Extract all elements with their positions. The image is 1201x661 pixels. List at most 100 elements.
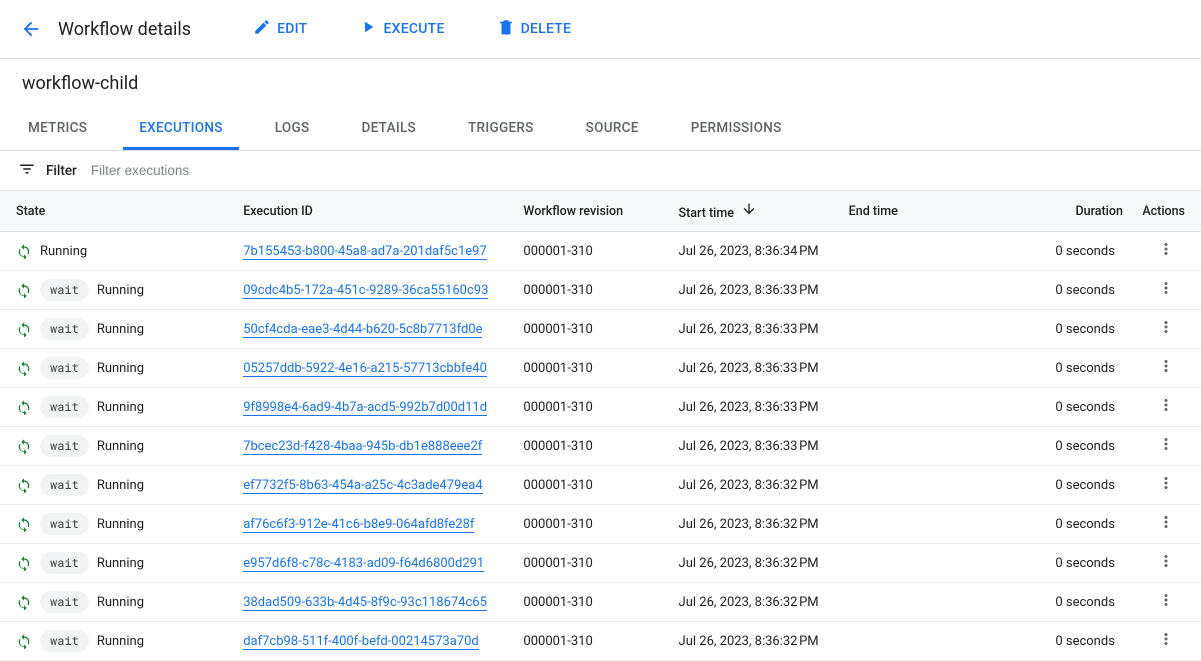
row-actions-menu[interactable] xyxy=(1157,474,1175,492)
table-row: wait Running 09cdc4b5-172a-451c-9289-36c… xyxy=(0,271,1201,310)
row-actions-menu[interactable] xyxy=(1157,279,1175,297)
running-icon xyxy=(16,594,32,610)
table-row: wait Running daf7cb98-511f-400f-befd-002… xyxy=(0,622,1201,661)
start-time-cell: Jul 26, 2023, 8:36:32 PM xyxy=(671,505,841,544)
col-duration[interactable]: Duration xyxy=(991,191,1131,232)
table-row: wait Running 05257ddb-5922-4e16-a215-577… xyxy=(0,349,1201,388)
row-actions-menu[interactable] xyxy=(1157,435,1175,453)
executions-table: State Execution ID Workflow revision Sta… xyxy=(0,191,1201,661)
edit-button[interactable]: Edit xyxy=(243,12,317,46)
revision-cell: 000001-310 xyxy=(515,349,670,388)
execution-id-link[interactable]: daf7cb98-511f-400f-befd-00214573a70d xyxy=(243,634,479,650)
start-time-cell: Jul 26, 2023, 8:36:32 PM xyxy=(671,622,841,661)
end-time-cell xyxy=(841,388,991,427)
execution-id-link[interactable]: e957d6f8-c78c-4183-ad09-f64d6800d291 xyxy=(243,556,484,572)
tab-details[interactable]: DETAILS xyxy=(345,108,432,150)
filter-input[interactable] xyxy=(87,159,1183,182)
wait-chip: wait xyxy=(40,591,89,613)
wait-chip: wait xyxy=(40,357,89,379)
row-actions-menu[interactable] xyxy=(1157,630,1175,648)
revision-cell: 000001-310 xyxy=(515,388,670,427)
filter-icon[interactable] xyxy=(18,160,36,182)
tab-permissions[interactable]: PERMISSIONS xyxy=(675,108,798,150)
execution-id-link[interactable]: 50cf4cda-eae3-4d44-b620-5c8b7713fd0e xyxy=(243,322,482,338)
wait-chip: wait xyxy=(40,318,89,340)
row-actions-menu[interactable] xyxy=(1157,240,1175,258)
start-time-cell: Jul 26, 2023, 8:36:32 PM xyxy=(671,544,841,583)
col-execution-id[interactable]: Execution ID xyxy=(235,191,515,232)
end-time-cell xyxy=(841,232,991,271)
end-time-cell xyxy=(841,466,991,505)
running-icon xyxy=(16,438,32,454)
duration-cell: 0 seconds xyxy=(991,271,1131,310)
state-cell: wait Running xyxy=(16,474,227,496)
filter-label: Filter xyxy=(46,163,77,179)
revision-cell: 000001-310 xyxy=(515,427,670,466)
table-row: wait Running af76c6f3-912e-41c6-b8e9-064… xyxy=(0,505,1201,544)
end-time-cell xyxy=(841,427,991,466)
end-time-cell xyxy=(841,622,991,661)
state-cell: wait Running xyxy=(16,279,227,301)
table-row: wait Running 38dad509-633b-4d45-8f9c-93c… xyxy=(0,583,1201,622)
sort-desc-icon xyxy=(741,206,757,221)
start-time-cell: Jul 26, 2023, 8:36:33 PM xyxy=(671,388,841,427)
execution-id-link[interactable]: 09cdc4b5-172a-451c-9289-36ca55160c93 xyxy=(243,283,488,299)
running-icon xyxy=(16,282,32,298)
back-arrow-icon[interactable] xyxy=(16,14,46,44)
revision-cell: 000001-310 xyxy=(515,622,670,661)
state-label: Running xyxy=(97,595,144,610)
tab-executions[interactable]: EXECUTIONS xyxy=(123,108,239,150)
running-icon xyxy=(16,516,32,532)
tab-triggers[interactable]: TRIGGERS xyxy=(452,108,550,150)
state-label: Running xyxy=(97,322,144,337)
row-actions-menu[interactable] xyxy=(1157,513,1175,531)
table-row: wait Running 50cf4cda-eae3-4d44-b620-5c8… xyxy=(0,310,1201,349)
duration-cell: 0 seconds xyxy=(991,544,1131,583)
col-end-time[interactable]: End time xyxy=(841,191,991,232)
state-cell: wait Running xyxy=(16,591,227,613)
delete-label: Delete xyxy=(521,21,572,37)
execution-id-link[interactable]: 9f8998e4-6ad9-4b7a-acd5-992b7d00d11d xyxy=(243,400,487,416)
col-start-time[interactable]: Start time xyxy=(671,191,841,232)
start-time-cell: Jul 26, 2023, 8:36:34 PM xyxy=(671,232,841,271)
running-icon xyxy=(16,321,32,337)
filter-bar: Filter xyxy=(0,151,1201,191)
row-actions-menu[interactable] xyxy=(1157,357,1175,375)
tab-source[interactable]: SOURCE xyxy=(570,108,655,150)
state-label: Running xyxy=(97,283,144,298)
tabs: METRICS EXECUTIONS LOGS DETAILS TRIGGERS… xyxy=(0,108,1201,151)
delete-button[interactable]: Delete xyxy=(487,12,582,46)
state-label: Running xyxy=(97,634,144,649)
running-icon xyxy=(16,360,32,376)
state-cell: wait Running xyxy=(16,357,227,379)
col-workflow-revision[interactable]: Workflow revision xyxy=(515,191,670,232)
revision-cell: 000001-310 xyxy=(515,583,670,622)
row-actions-menu[interactable] xyxy=(1157,396,1175,414)
row-actions-menu[interactable] xyxy=(1157,318,1175,336)
duration-cell: 0 seconds xyxy=(991,388,1131,427)
start-time-cell: Jul 26, 2023, 8:36:33 PM xyxy=(671,271,841,310)
execution-id-link[interactable]: 7bcec23d-f428-4baa-945b-db1e888eee2f xyxy=(243,439,482,455)
running-icon xyxy=(16,243,32,259)
execution-id-link[interactable]: 05257ddb-5922-4e16-a215-57713cbbfe40 xyxy=(243,361,487,377)
execute-button[interactable]: Execute xyxy=(349,12,454,46)
state-label: Running xyxy=(97,439,144,454)
end-time-cell xyxy=(841,271,991,310)
execution-id-link[interactable]: ef7732f5-8b63-454a-a25c-4c3ade479ea4 xyxy=(243,478,482,494)
tab-logs[interactable]: LOGS xyxy=(259,108,326,150)
duration-cell: 0 seconds xyxy=(991,427,1131,466)
row-actions-menu[interactable] xyxy=(1157,591,1175,609)
state-cell: Running xyxy=(16,243,227,259)
col-state[interactable]: State xyxy=(0,191,235,232)
execution-id-link[interactable]: af76c6f3-912e-41c6-b8e9-064afd8fe28f xyxy=(243,517,474,533)
start-time-cell: Jul 26, 2023, 8:36:33 PM xyxy=(671,310,841,349)
wait-chip: wait xyxy=(40,474,89,496)
duration-cell: 0 seconds xyxy=(991,310,1131,349)
running-icon xyxy=(16,477,32,493)
table-row: wait Running ef7732f5-8b63-454a-a25c-4c3… xyxy=(0,466,1201,505)
execution-id-link[interactable]: 38dad509-633b-4d45-8f9c-93c118674c65 xyxy=(243,595,487,611)
tab-metrics[interactable]: METRICS xyxy=(12,108,103,150)
row-actions-menu[interactable] xyxy=(1157,552,1175,570)
table-row: wait Running e957d6f8-c78c-4183-ad09-f64… xyxy=(0,544,1201,583)
execution-id-link[interactable]: 7b155453-b800-45a8-ad7a-201daf5c1e97 xyxy=(243,244,487,260)
